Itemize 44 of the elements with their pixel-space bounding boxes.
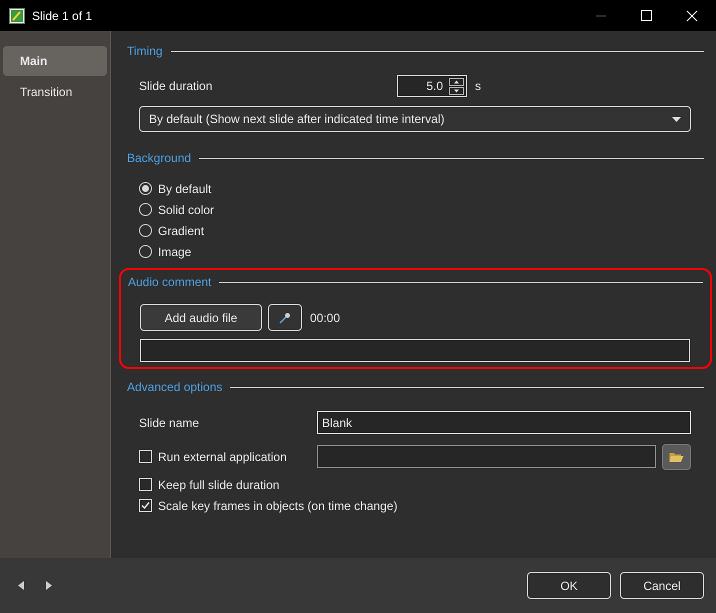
section-header: Timing [127, 43, 163, 60]
unit-label: s [475, 78, 481, 95]
field-label: Slide name [139, 414, 200, 432]
checkbox-label: Run external application [158, 448, 287, 466]
dialog-button[interactable]: Cancel [620, 572, 704, 599]
checkbox-label: Scale key frames in objects (on time change) [158, 498, 398, 514]
checkbox[interactable] [139, 478, 152, 491]
record-button[interactable] [268, 304, 302, 331]
radio-label: Image [158, 244, 192, 260]
audio-field[interactable] [140, 339, 690, 362]
audio-time: 00:00 [310, 310, 340, 326]
checkbox-label: Keep full slide duration [158, 476, 280, 494]
previous-icon[interactable] [18, 581, 24, 590]
radio-button[interactable] [139, 245, 152, 258]
section-header: Audio comment [128, 274, 212, 291]
microphone-icon [279, 312, 291, 324]
slide-icon [9, 8, 25, 24]
add-audio-button[interactable]: Add audio file [140, 304, 262, 331]
next-icon[interactable] [46, 581, 52, 590]
window-title: Slide 1 of 1 [32, 8, 92, 24]
checkbox[interactable] [139, 450, 152, 463]
sidebar-item[interactable]: Main [3, 46, 107, 76]
close-icon[interactable] [686, 10, 698, 22]
field-label: Slide duration [139, 78, 214, 95]
maximize-icon[interactable] [641, 10, 652, 21]
dialog-button[interactable]: OK [527, 572, 611, 599]
radio-label: By default [158, 180, 212, 198]
application-field[interactable] [317, 445, 656, 468]
section-header: Background [127, 150, 192, 167]
check-icon [141, 501, 150, 510]
radio-label: Gradient [158, 222, 204, 240]
radio-label: Solid color [158, 202, 214, 218]
radio-button[interactable] [139, 203, 152, 216]
radio-button[interactable] [139, 224, 152, 237]
caret-icon [672, 116, 681, 122]
section-header: Advanced options [127, 379, 222, 396]
radio-button[interactable] [139, 182, 152, 195]
folder-icon [669, 450, 684, 462]
sidebar-item[interactable]: Transition [3, 77, 107, 107]
browse-button[interactable] [662, 444, 691, 470]
timing-dropdown[interactable]: By default (Show next slide after indicated time interval) [139, 106, 691, 132]
duration-spinbox[interactable]: 5.0 [397, 75, 467, 97]
checkbox[interactable] [139, 499, 152, 512]
slide-name-field[interactable]: Blank [317, 411, 691, 434]
